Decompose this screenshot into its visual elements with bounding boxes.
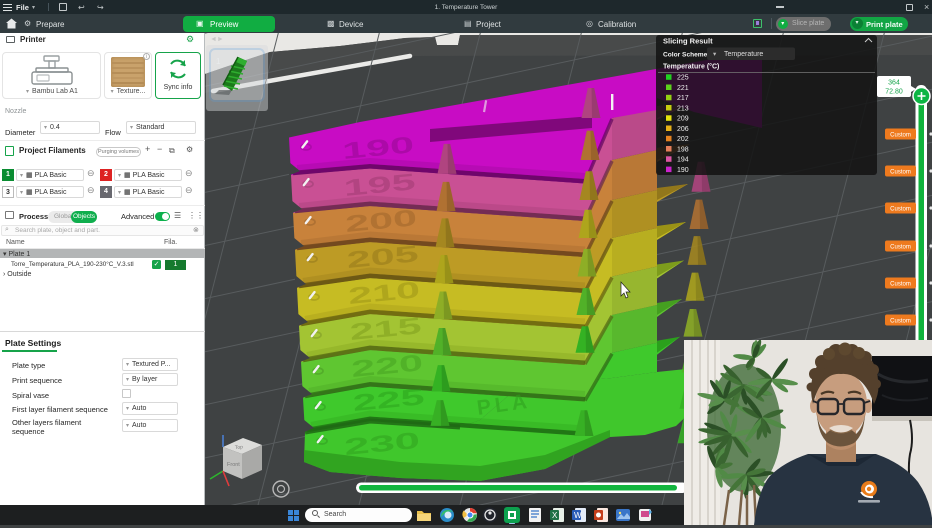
svg-text:364: 364 xyxy=(888,80,900,87)
svg-text:Custom: Custom xyxy=(890,245,911,251)
svg-text:Front: Front xyxy=(227,462,240,468)
svg-text:Custom: Custom xyxy=(890,170,911,176)
svg-text:Temperature: Temperature xyxy=(724,51,763,58)
svg-text:194: 194 xyxy=(677,157,689,164)
svg-text:Custom: Custom xyxy=(890,319,911,325)
svg-text:Custom: Custom xyxy=(890,282,911,288)
svg-text:72.80: 72.80 xyxy=(885,89,903,96)
svg-text:221: 221 xyxy=(677,85,689,92)
svg-text:Top: Top xyxy=(235,444,244,451)
svg-text:Custom: Custom xyxy=(890,207,911,213)
svg-text:190: 190 xyxy=(677,167,689,174)
svg-text:213: 213 xyxy=(677,106,689,113)
svg-text:202: 202 xyxy=(677,136,689,143)
svg-text:206: 206 xyxy=(677,126,689,133)
svg-text:1: 1 xyxy=(216,57,221,66)
svg-text:217: 217 xyxy=(677,95,689,102)
svg-text:W: W xyxy=(574,511,582,520)
svg-text:198: 198 xyxy=(677,147,689,154)
svg-text:Slicing Result: Slicing Result xyxy=(663,37,713,46)
svg-text:Temperature (°C): Temperature (°C) xyxy=(663,63,719,71)
svg-text:209: 209 xyxy=(677,116,689,123)
svg-text:Color Scheme: Color Scheme xyxy=(663,52,708,59)
svg-text:◄►: ◄► xyxy=(210,36,224,43)
svg-text:Custom: Custom xyxy=(890,133,911,139)
svg-text:X: X xyxy=(552,511,558,520)
svg-text:225: 225 xyxy=(677,75,689,82)
